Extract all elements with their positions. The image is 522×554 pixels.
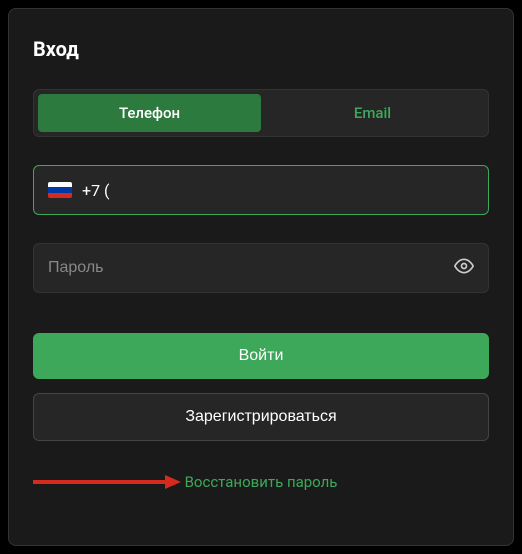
restore-row: Восстановить пароль [33,473,489,491]
tab-phone[interactable]: Телефон [38,94,261,132]
arrow-annotation-icon [25,470,185,494]
login-panel: Вход Телефон Email +7 ( Войти Зарегистри… [8,8,514,546]
login-button[interactable]: Войти [33,333,489,379]
register-button[interactable]: Зарегистрироваться [33,393,489,441]
eye-icon[interactable] [454,256,474,280]
phone-field[interactable] [114,181,474,199]
password-input-group[interactable] [33,243,489,293]
phone-input-group[interactable]: +7 ( [33,165,489,215]
restore-password-link[interactable]: Восстановить пароль [185,473,338,491]
password-field[interactable] [48,259,454,277]
phone-prefix: +7 ( [82,181,110,200]
login-method-tabs: Телефон Email [33,89,489,137]
tab-email[interactable]: Email [261,94,484,132]
country-flag-russia-icon[interactable] [48,182,72,198]
page-title: Вход [33,37,489,61]
